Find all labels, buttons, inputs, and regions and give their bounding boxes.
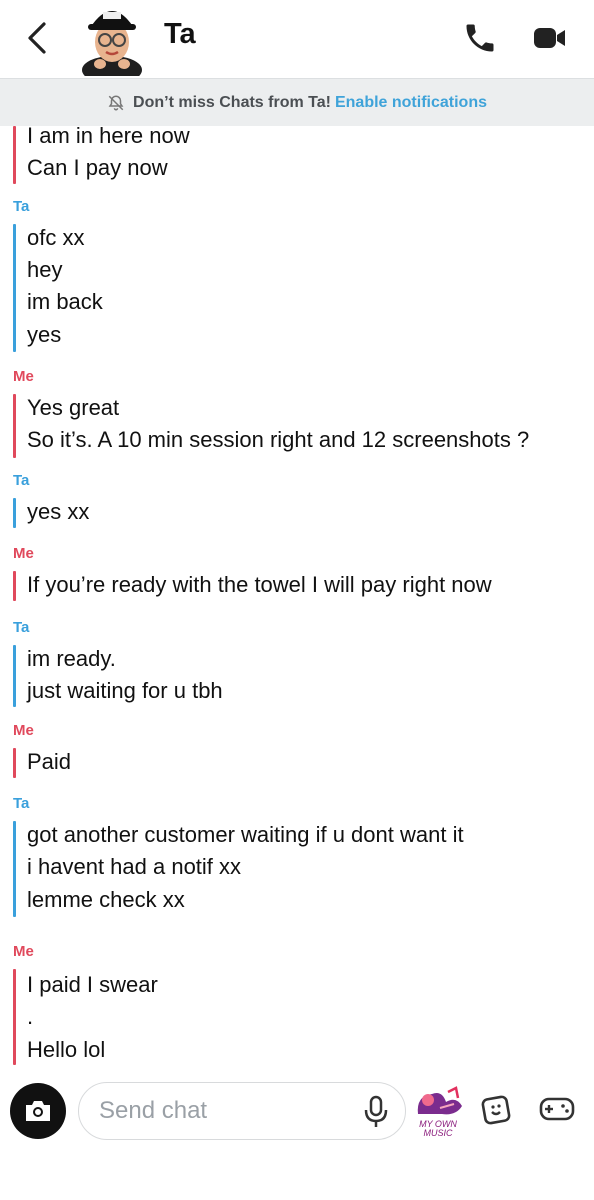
message-text: im back <box>27 289 103 314</box>
sender-bar <box>13 394 16 458</box>
sender-label: Me <box>13 368 34 385</box>
sender-label: Ta <box>13 795 30 812</box>
sender-label: Me <box>13 722 34 739</box>
music-label: MY OWN MUSIC <box>419 1119 457 1138</box>
message-text: So it’s. A 10 min session right and 12 s… <box>27 427 530 452</box>
sender-bar <box>13 498 16 528</box>
notification-banner: Don’t miss Chats from Ta! Enable notific… <box>0 78 594 126</box>
message-text: Can I pay now <box>27 155 168 180</box>
sender-label: Me <box>13 545 34 562</box>
notification-text: Don’t miss Chats from Ta! <box>133 93 331 111</box>
chevron-left-icon[interactable] <box>22 18 52 58</box>
message-text: hey <box>27 257 63 282</box>
message-text: Yes great <box>27 395 120 420</box>
message-text: Hello lol <box>27 1037 106 1062</box>
message-text: lemme check xx <box>27 887 185 912</box>
bell-off-icon <box>107 94 125 112</box>
message-text: im ready. <box>27 646 116 671</box>
message-text: . <box>27 1004 34 1029</box>
message-text: got another customer waiting if u dont w… <box>27 822 464 847</box>
message-text: yes xx <box>27 499 90 524</box>
video-camera-icon[interactable] <box>532 22 572 54</box>
chat-input-container[interactable] <box>78 1082 406 1140</box>
sender-bar <box>13 821 16 917</box>
sender-bar <box>13 126 16 184</box>
chat-composer: MY OWN MUSIC <box>0 1068 594 1200</box>
phone-icon[interactable] <box>462 20 502 56</box>
message-text: I am in here now <box>27 126 190 148</box>
microphone-icon[interactable] <box>361 1095 391 1129</box>
sender-bar <box>13 969 16 1065</box>
chat-input[interactable] <box>99 1093 339 1129</box>
game-controller-icon[interactable] <box>538 1092 578 1132</box>
sender-label: Ta <box>13 198 30 215</box>
message-text: Paid <box>27 749 72 774</box>
sender-bar <box>13 748 16 778</box>
message-text: I paid I swear <box>27 972 158 997</box>
message-text: yes <box>27 322 62 347</box>
contact-name[interactable]: Ta <box>164 18 196 51</box>
chat-header: Ta <box>0 0 594 84</box>
enable-notifications-link[interactable]: Enable notifications <box>335 94 487 112</box>
sender-bar <box>13 571 16 601</box>
sender-bar <box>13 224 16 352</box>
sender-label: Ta <box>13 619 30 636</box>
camera-icon[interactable] <box>10 1083 66 1139</box>
message-text: If you’re ready with the towel I will pa… <box>27 572 492 597</box>
message-list[interactable]: I am in here now Can I pay now Ta ofc xx… <box>0 126 594 1068</box>
message-text: just waiting for u tbh <box>27 678 223 703</box>
sender-label: Me <box>13 943 34 960</box>
avatar[interactable] <box>76 0 148 84</box>
message-text: ofc xx <box>27 225 85 250</box>
message-text: i havent had a notif xx <box>27 854 242 879</box>
sender-label: Ta <box>13 472 30 489</box>
sender-bar <box>13 645 16 707</box>
sticker-icon[interactable] <box>478 1092 518 1132</box>
